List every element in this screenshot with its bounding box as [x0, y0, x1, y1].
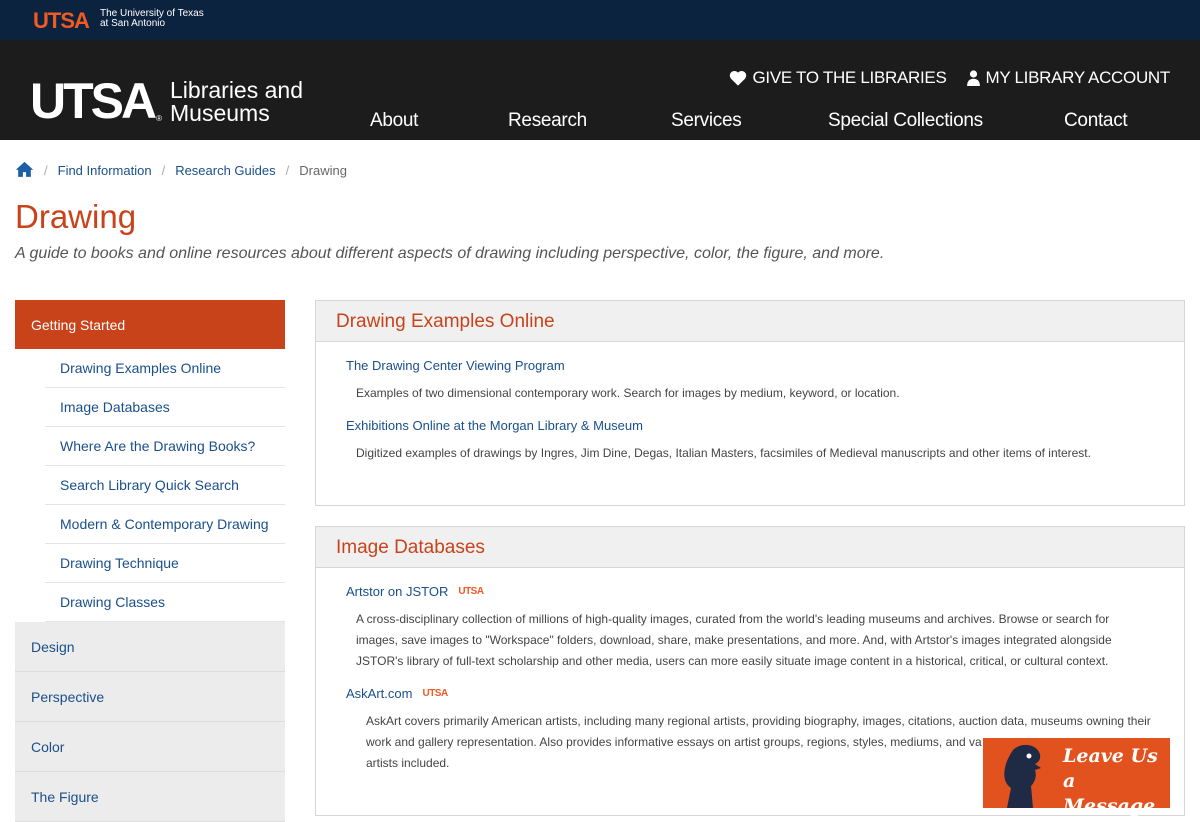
- sidebar-item-design[interactable]: Design: [15, 622, 285, 672]
- nav-research[interactable]: Research: [508, 110, 587, 132]
- artstor-desc-line: JSTOR's library of full-text scholarship…: [356, 654, 1109, 668]
- breadcrumb-find-information[interactable]: Find Information: [58, 163, 152, 178]
- leave-message-widget[interactable]: Leave Us a Message: [983, 738, 1170, 817]
- sidebar-item-getting-started[interactable]: Getting Started: [15, 300, 285, 349]
- leave-message-text: Leave Us a Message: [1063, 744, 1170, 819]
- box-heading: Drawing Examples Online: [316, 301, 1184, 342]
- drawing-examples-box: Drawing Examples Online The Drawing Cent…: [315, 300, 1185, 506]
- sidebar-item-perspective[interactable]: Perspective: [15, 672, 285, 722]
- breadcrumb-separator: /: [44, 163, 48, 178]
- breadcrumb: / Find Information / Research Guides / D…: [15, 161, 347, 180]
- home-link[interactable]: [15, 161, 34, 180]
- page-subtitle: A guide to books and online resources ab…: [15, 245, 885, 262]
- brand-name-line-1: Libraries and: [170, 77, 303, 103]
- sidebar-subitem-modern-contemporary[interactable]: Modern & Contemporary Drawing: [45, 505, 285, 544]
- page-title: Drawing: [15, 198, 137, 235]
- box-heading: Image Databases: [316, 527, 1184, 568]
- account-link[interactable]: MY LIBRARY ACCOUNT: [966, 68, 1171, 88]
- utsa-logo[interactable]: UTSA: [33, 8, 90, 34]
- sidebar-subitem-drawing-technique[interactable]: Drawing Technique: [45, 544, 285, 583]
- artstor-link[interactable]: Artstor on JSTOR: [346, 584, 448, 599]
- leave-message-line-2: a Message: [1063, 770, 1156, 817]
- give-link-label: GIVE TO THE LIBRARIES: [752, 68, 947, 87]
- sidebar-subitem-quick-search[interactable]: Search Library Quick Search: [45, 466, 285, 505]
- breadcrumb-research-guides[interactable]: Research Guides: [175, 163, 275, 178]
- home-icon: [15, 161, 34, 177]
- drawing-center-link[interactable]: The Drawing Center Viewing Program: [346, 358, 1154, 373]
- nav-special-collections[interactable]: Special Collections: [828, 110, 983, 132]
- sidebar-subitem-drawing-classes[interactable]: Drawing Classes: [45, 583, 285, 622]
- nav-services[interactable]: Services: [671, 110, 742, 132]
- drawing-center-description: Examples of two dimensional contemporary…: [356, 386, 900, 400]
- sidebar-item-color[interactable]: Color: [15, 722, 285, 772]
- main-nav: About Research Services Special Collecti…: [0, 110, 1200, 140]
- guide-sidebar: Getting Started Drawing Examples Online …: [15, 300, 285, 822]
- morgan-library-link[interactable]: Exhibitions Online at the Morgan Library…: [346, 418, 1154, 433]
- utility-links: GIVE TO THE LIBRARIES MY LIBRARY ACCOUNT: [729, 68, 1171, 88]
- askart-item: AskArt.com UTSA: [346, 686, 1154, 701]
- artstor-item: Artstor on JSTOR UTSA: [346, 584, 1154, 599]
- leave-message-line-1: Leave Us: [1063, 745, 1158, 767]
- university-bar: UTSA The University of Texas at San Anto…: [0, 0, 1200, 40]
- give-link[interactable]: GIVE TO THE LIBRARIES: [729, 68, 947, 88]
- university-line-2: at San Antonio: [100, 18, 166, 29]
- university-name: The University of Texas at San Antonio: [100, 9, 204, 29]
- nav-contact[interactable]: Contact: [1064, 110, 1128, 132]
- askart-link[interactable]: AskArt.com: [346, 686, 412, 701]
- sidebar-subitem-image-databases[interactable]: Image Databases: [45, 388, 285, 427]
- artstor-desc-line: images, save images to "Workspace" folde…: [356, 633, 1112, 647]
- sidebar-subitems: Drawing Examples Online Image Databases …: [45, 349, 285, 622]
- askart-desc-line: AskArt covers primarily American artists…: [366, 714, 1151, 728]
- utsa-access-badge: UTSA: [458, 586, 484, 597]
- sidebar-subitem-drawing-books[interactable]: Where Are the Drawing Books?: [45, 427, 285, 466]
- artstor-description: A cross-disciplinary collection of milli…: [356, 609, 1154, 672]
- utsa-access-badge: UTSA: [422, 688, 448, 699]
- site-header: UTSA ® Libraries and Museums GIVE TO THE…: [0, 40, 1200, 140]
- account-link-label: MY LIBRARY ACCOUNT: [985, 68, 1171, 87]
- user-icon: [966, 70, 980, 86]
- artstor-desc-line: A cross-disciplinary collection of milli…: [356, 612, 1110, 626]
- roadrunner-mascot-icon: [1004, 744, 1041, 808]
- breadcrumb-separator: /: [285, 163, 290, 178]
- breadcrumb-separator: /: [161, 163, 166, 178]
- breadcrumb-current: Drawing: [299, 163, 347, 178]
- heart-icon: [729, 70, 746, 86]
- sidebar-subitem-drawing-examples-online[interactable]: Drawing Examples Online: [45, 349, 285, 388]
- morgan-library-description: Digitized examples of drawings by Ingres…: [356, 446, 1091, 460]
- sidebar-item-the-figure[interactable]: The Figure: [15, 772, 285, 822]
- nav-about[interactable]: About: [370, 110, 418, 132]
